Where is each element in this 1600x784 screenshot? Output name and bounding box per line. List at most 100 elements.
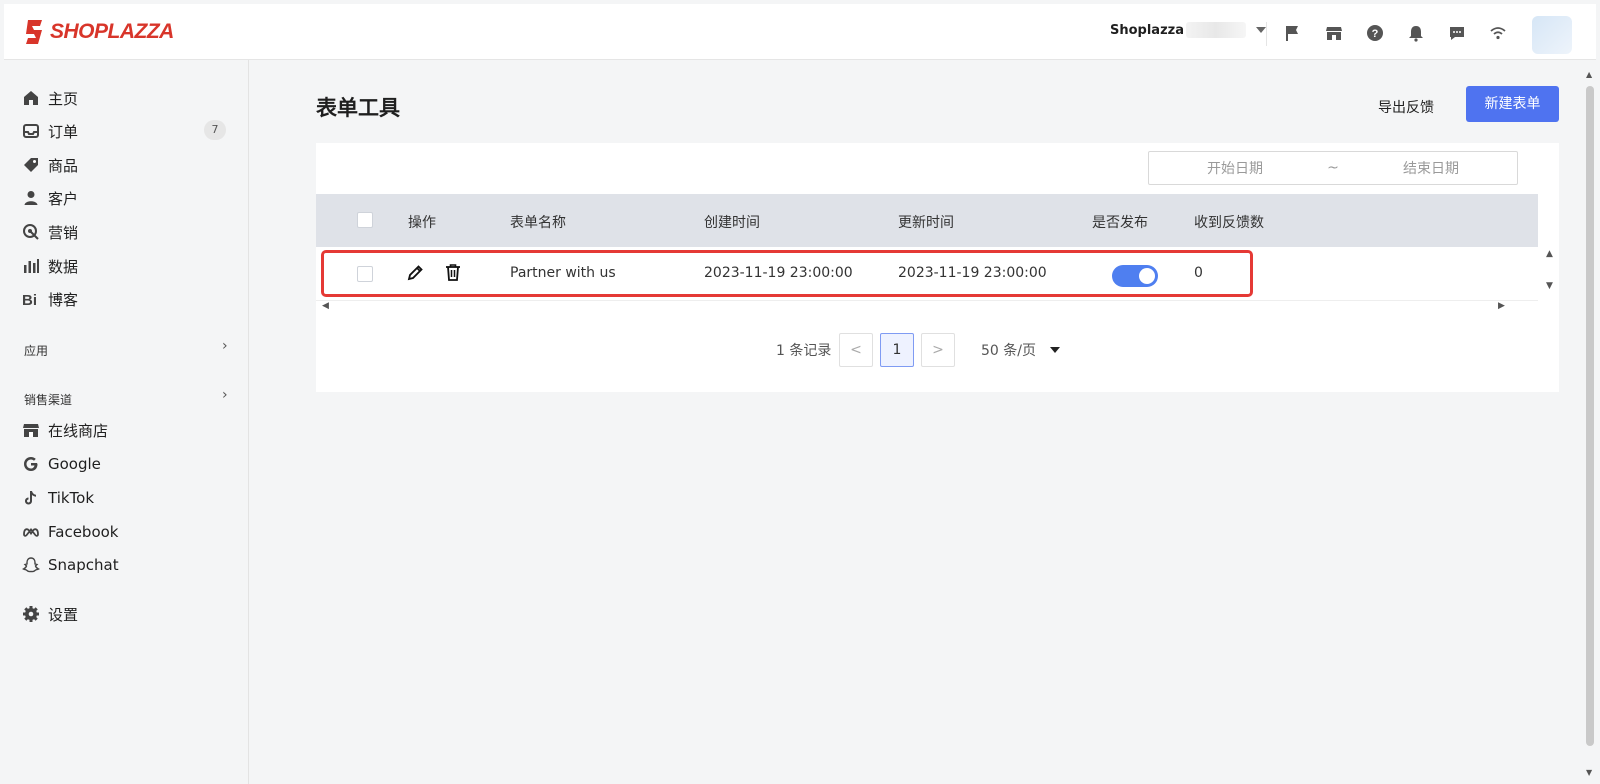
snapchat-icon xyxy=(22,557,40,573)
scrollbar-thumb[interactable] xyxy=(1586,86,1594,746)
gear-icon xyxy=(23,606,39,622)
column-header-form-name: 表单名称 xyxy=(510,215,566,231)
store-icon[interactable] xyxy=(1325,24,1343,42)
store-name: Shoplazza xyxy=(1110,22,1184,38)
table-header: 操作 表单名称 创建时间 更新时间 是否发布 收到反馈数 xyxy=(316,194,1538,247)
chevron-right-icon[interactable]: › xyxy=(222,387,228,403)
flag-icon[interactable] xyxy=(1284,24,1302,42)
sidebar-item-home[interactable]: 主页 xyxy=(22,87,78,109)
scroll-left-arrow-icon[interactable]: ◀ xyxy=(322,301,329,311)
column-header-created: 创建时间 xyxy=(704,215,760,231)
channels-section-title[interactable]: 销售渠道 xyxy=(24,391,72,408)
table-row[interactable]: Partner with us 2023-11-19 23:00:00 2023… xyxy=(316,247,1538,301)
sidebar-item-online-store[interactable]: 在线商店 xyxy=(22,419,108,441)
tiktok-icon xyxy=(25,491,36,505)
sidebar-item-settings[interactable]: 设置 xyxy=(22,603,78,625)
blog-icon: Bi xyxy=(22,292,37,308)
page-size-select[interactable]: 50 条/页 xyxy=(981,340,1060,360)
sidebar-item-facebook[interactable]: Facebook xyxy=(22,521,118,543)
edit-pencil-icon[interactable] xyxy=(406,264,424,282)
avatar[interactable] xyxy=(1532,16,1572,54)
updated-time: 2023-11-19 23:00:00 xyxy=(898,265,1047,281)
chevron-down-icon xyxy=(1256,27,1266,33)
chevron-right-icon[interactable]: › xyxy=(222,338,228,354)
export-feedback-button[interactable]: 导出反馈 xyxy=(1378,97,1434,117)
sidebar-item-label: TikTok xyxy=(48,489,95,507)
meta-icon xyxy=(23,528,39,537)
sidebar-item-label: 设置 xyxy=(48,605,79,624)
page-size-label: 50 条/页 xyxy=(981,343,1036,359)
google-icon xyxy=(24,457,38,471)
date-separator: ~ xyxy=(1327,160,1339,176)
column-header-actions: 操作 xyxy=(408,215,436,231)
divider xyxy=(1266,22,1267,46)
sidebar-item-products[interactable]: 商品 xyxy=(22,154,78,176)
sidebar-item-label: 营销 xyxy=(48,223,79,242)
sidebar-item-label: 客户 xyxy=(48,189,79,208)
sidebar-item-google[interactable]: Google xyxy=(22,453,101,475)
prev-page-button[interactable]: < xyxy=(839,333,873,367)
sidebar-item-analytics[interactable]: 数据 xyxy=(22,255,78,277)
sidebar-item-customers[interactable]: 客户 xyxy=(22,187,78,209)
wifi-icon[interactable] xyxy=(1489,24,1507,42)
store-icon xyxy=(23,424,39,437)
chat-icon[interactable] xyxy=(1448,24,1466,42)
orders-count-badge: 7 xyxy=(204,120,226,140)
tag-icon xyxy=(24,158,38,172)
svg-text:?: ? xyxy=(1372,28,1379,40)
publish-toggle[interactable] xyxy=(1112,265,1158,287)
sidebar-item-marketing[interactable]: 营销 xyxy=(22,221,78,243)
top-bar: SHOPLAZZA Shoplazza ? xyxy=(4,4,1596,60)
sidebar-item-snapchat[interactable]: Snapchat xyxy=(22,554,119,576)
new-form-button[interactable]: 新建表单 xyxy=(1466,86,1559,122)
feedback-count: 0 xyxy=(1194,265,1203,281)
sidebar-item-label: 在线商店 xyxy=(48,421,109,440)
scroll-right-arrow-icon[interactable]: ▶ xyxy=(1498,301,1505,311)
scroll-down-arrow-icon[interactable]: ▼ xyxy=(1546,281,1553,291)
caret-down-icon xyxy=(1049,347,1060,353)
window-scrollbar[interactable]: ▲ ▼ xyxy=(1584,66,1596,784)
table-horizontal-scrollbar[interactable]: ◀ ▶ xyxy=(316,301,1538,315)
sidebar: 主页 订单 7 商品 客户 营销 数据 Bi 博客 应用 › 销售渠道 › 在线… xyxy=(4,60,249,784)
apps-section-title[interactable]: 应用 xyxy=(24,342,48,359)
select-all-checkbox[interactable] xyxy=(357,212,373,228)
inbox-icon xyxy=(23,124,39,138)
form-name: Partner with us xyxy=(510,265,616,281)
app-window: SHOPLAZZA Shoplazza ? 主页 订单 7 商品 客户 营销 数… xyxy=(4,4,1596,784)
user-icon xyxy=(24,191,38,205)
svg-text:Bi: Bi xyxy=(22,292,37,308)
brand-logo[interactable]: SHOPLAZZA xyxy=(24,18,174,46)
created-time: 2023-11-19 23:00:00 xyxy=(704,265,853,281)
trash-icon[interactable] xyxy=(444,263,462,281)
brand-name: SHOPLAZZA xyxy=(50,20,174,43)
next-page-button[interactable]: > xyxy=(921,333,955,367)
store-name-blurred xyxy=(1186,22,1246,38)
column-header-updated: 更新时间 xyxy=(898,215,954,231)
sidebar-item-blog[interactable]: Bi 博客 xyxy=(22,288,78,310)
date-range-picker[interactable]: 开始日期 ~ 结束日期 xyxy=(1148,151,1518,185)
logo-mark-icon xyxy=(26,20,42,44)
sidebar-item-label: 数据 xyxy=(48,257,79,276)
store-switcher[interactable]: Shoplazza xyxy=(1110,22,1266,38)
total-records: 1 条记录 xyxy=(776,343,832,359)
scroll-up-arrow-icon[interactable]: ▲ xyxy=(1546,249,1553,259)
row-checkbox[interactable] xyxy=(357,266,373,282)
page-number-button[interactable]: 1 xyxy=(880,333,914,367)
sidebar-item-label: Facebook xyxy=(48,523,119,541)
sidebar-item-label: 博客 xyxy=(48,290,79,309)
end-date-input[interactable]: 结束日期 xyxy=(1345,158,1517,178)
bar-chart-icon xyxy=(24,259,39,273)
bell-icon[interactable] xyxy=(1407,24,1425,42)
sidebar-item-tiktok[interactable]: TikTok xyxy=(22,487,94,509)
scroll-up-arrow-icon[interactable]: ▲ xyxy=(1586,70,1592,79)
sidebar-item-label: Snapchat xyxy=(48,556,119,574)
table-vertical-scrollbar[interactable]: ▲ ▼ xyxy=(1546,247,1558,301)
scroll-down-arrow-icon[interactable]: ▼ xyxy=(1586,768,1592,777)
sidebar-item-label: 订单 xyxy=(48,122,79,141)
target-icon xyxy=(23,224,39,240)
pagination: 1 条记录 < 1 > 50 条/页 xyxy=(316,333,1559,367)
start-date-input[interactable]: 开始日期 xyxy=(1149,158,1321,178)
help-icon[interactable]: ? xyxy=(1366,24,1384,42)
sidebar-item-label: Google xyxy=(48,455,101,473)
sidebar-item-orders[interactable]: 订单 xyxy=(22,120,78,142)
